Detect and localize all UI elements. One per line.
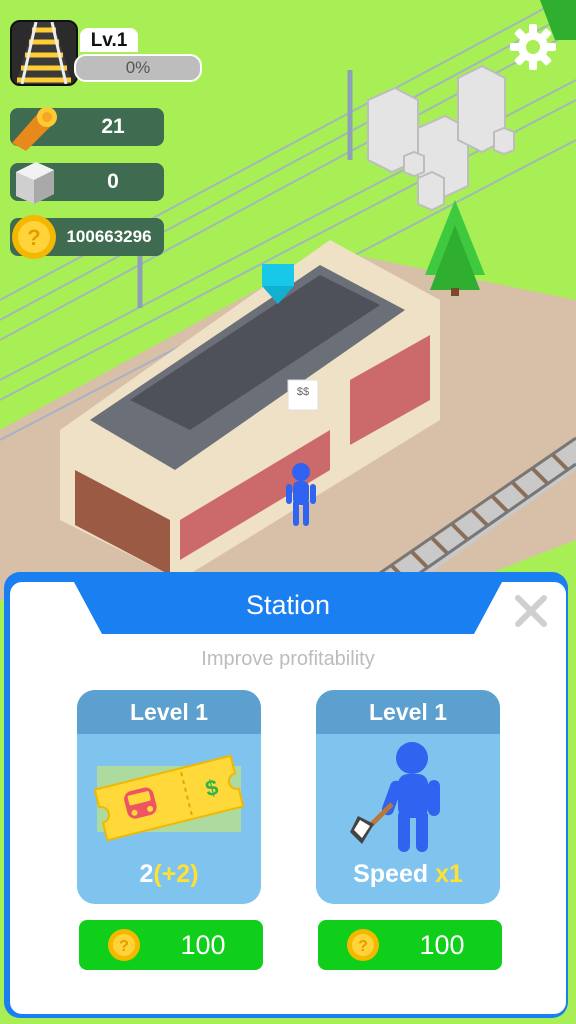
stone-value: 0 <box>107 170 119 193</box>
speed-upgrade-buy-button[interactable]: ? 100 <box>318 920 502 970</box>
wood-value: 21 <box>101 115 125 138</box>
xp-progress-bar: 0% <box>74 54 202 82</box>
xp-percent: 0% <box>125 58 151 77</box>
dialog-subtitle: Improve profitability <box>201 648 375 670</box>
ticket-upgrade-level: Level 1 <box>77 690 261 734</box>
close-icon <box>515 595 547 627</box>
coin-value: 100663296 <box>66 227 152 246</box>
speed-upgrade-value: Speed x1 <box>316 860 500 889</box>
wood-log-icon <box>12 107 57 151</box>
gear-icon <box>510 24 556 70</box>
train-ticket-icon: $ <box>93 754 245 842</box>
speed-upgrade-card: Level 1 Speed x1 <box>316 690 500 904</box>
stone-block-icon <box>16 162 54 204</box>
station-sign-text: $$ <box>296 386 310 398</box>
ticket-upgrade-card: Level 1 $ 2(+2) <box>77 690 261 904</box>
rail-track-icon <box>12 22 76 84</box>
player-avatar[interactable] <box>10 20 78 86</box>
coin-icon: ? <box>108 929 140 961</box>
speed-upgrade-level: Level 1 <box>316 690 500 734</box>
player-level: Lv.1 <box>80 28 138 52</box>
coin-counter: ? 100663296 <box>10 215 164 259</box>
speed-upgrade-price: 100 <box>419 930 465 960</box>
svg-text:?: ? <box>119 938 129 955</box>
stone-counter: 0 <box>10 162 164 204</box>
settings-button[interactable] <box>508 22 558 72</box>
ticket-upgrade-buy-button[interactable]: ? 100 <box>79 920 263 970</box>
svg-text:?: ? <box>27 225 40 250</box>
dialog-title: Station <box>245 590 331 620</box>
close-button[interactable] <box>512 592 550 630</box>
ticket-upgrade-base: 2 <box>139 860 154 888</box>
wood-counter: 21 <box>10 107 164 151</box>
speed-upgrade-base: Speed <box>353 860 436 888</box>
worker-with-axe-icon <box>350 742 440 852</box>
ticket-upgrade-bonus: (+2) <box>153 860 199 888</box>
ticket-upgrade-price: 100 <box>180 930 226 960</box>
coin-icon: ? <box>12 215 56 259</box>
coin-icon: ? <box>347 929 379 961</box>
svg-text:?: ? <box>358 938 368 955</box>
speed-upgrade-bonus: x1 <box>435 860 463 888</box>
ticket-upgrade-value: 2(+2) <box>77 860 261 889</box>
